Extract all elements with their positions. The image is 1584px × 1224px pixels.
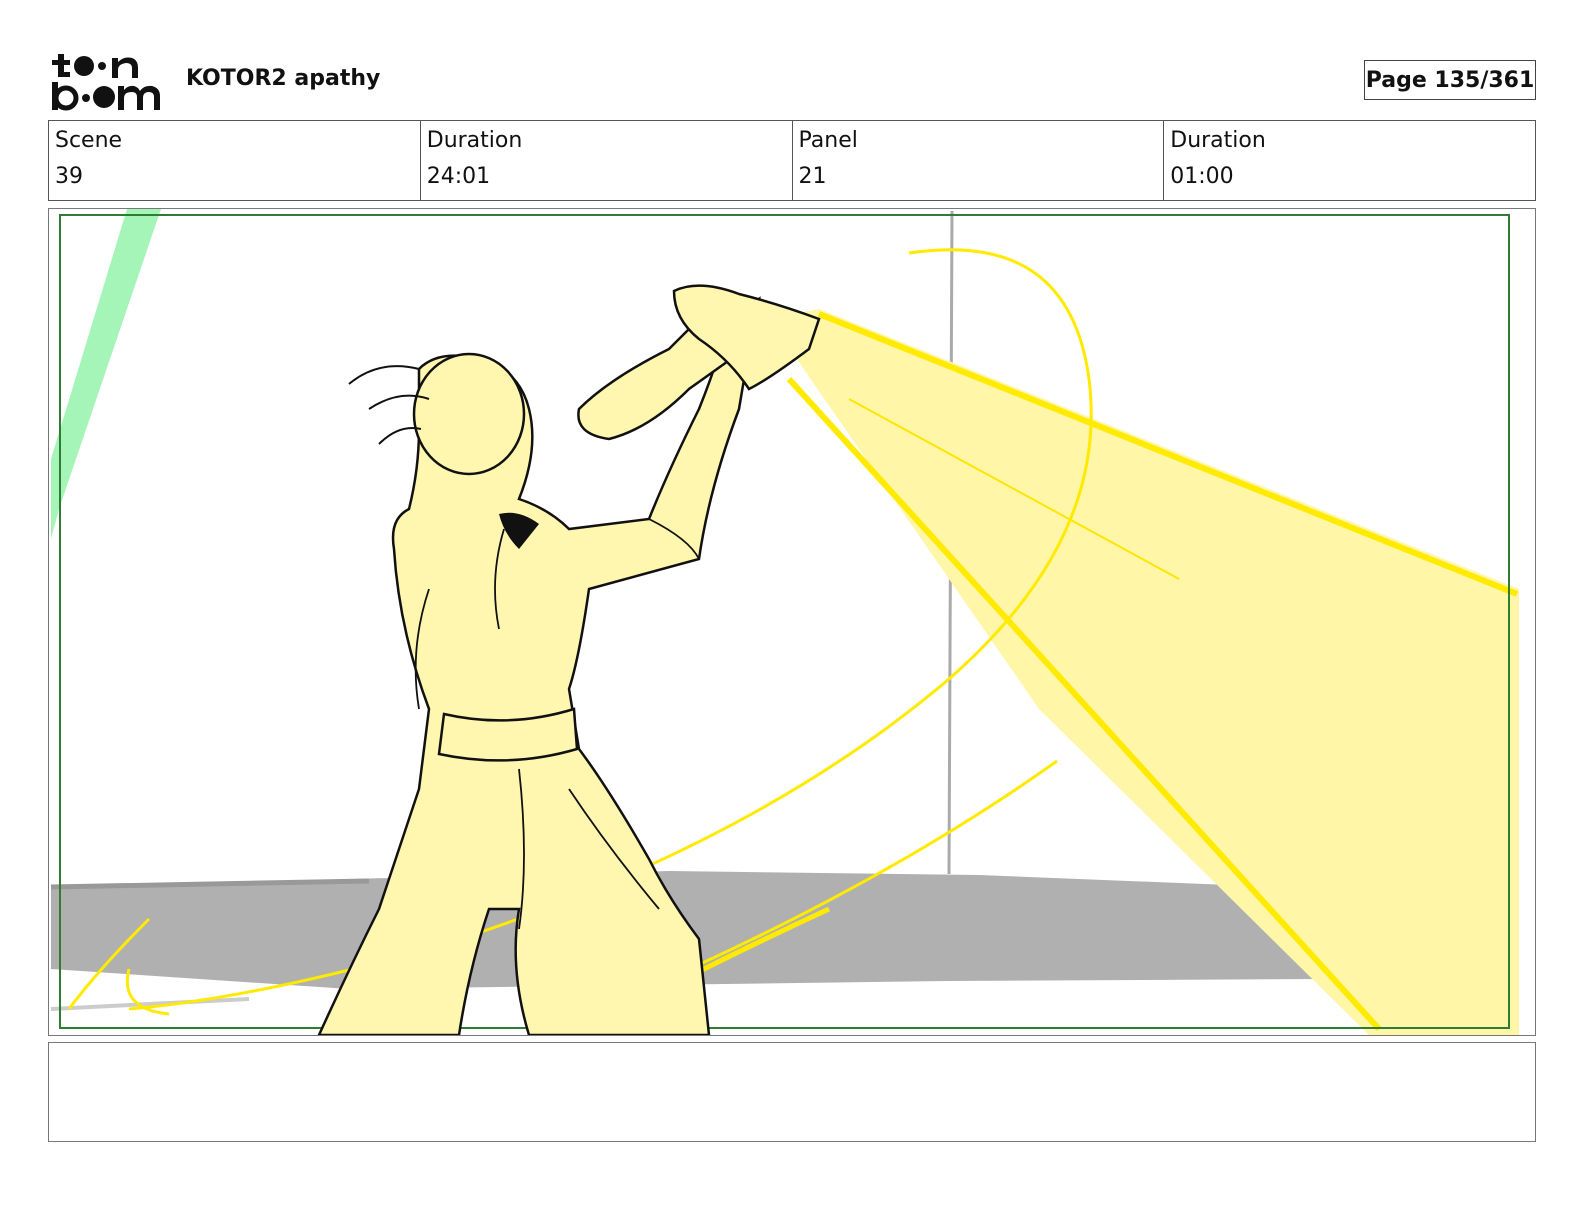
scene-duration-value: 24:01 <box>426 164 491 189</box>
panel-info-table: Scene 39 Duration 24:01 Panel 21 Duratio… <box>48 120 1536 201</box>
green-streak <box>51 209 161 539</box>
panel-duration-value: 01:00 <box>1170 164 1234 189</box>
panel-sketch <box>50 209 1519 1035</box>
storyboard-panel <box>48 208 1536 1036</box>
scene-label: Scene <box>55 128 123 153</box>
page-indicator: Page 135/361 <box>1364 60 1536 100</box>
project-title: KOTOR2 apathy <box>186 66 381 91</box>
scene-duration-label: Duration <box>426 128 523 153</box>
panel-notes-box[interactable] <box>48 1042 1536 1142</box>
character-head <box>412 352 526 476</box>
scene-cell: Scene 39 <box>49 121 421 200</box>
toon-boom-logo <box>52 50 164 112</box>
scene-value: 39 <box>55 164 83 189</box>
panel-cell: Panel 21 <box>793 121 1165 200</box>
scene-duration-cell: Duration 24:01 <box>421 121 793 200</box>
panel-duration-label: Duration <box>1170 128 1266 153</box>
panel-value: 21 <box>798 164 827 189</box>
panel-label: Panel <box>798 128 858 153</box>
panel-duration-cell: Duration 01:00 <box>1164 121 1535 200</box>
